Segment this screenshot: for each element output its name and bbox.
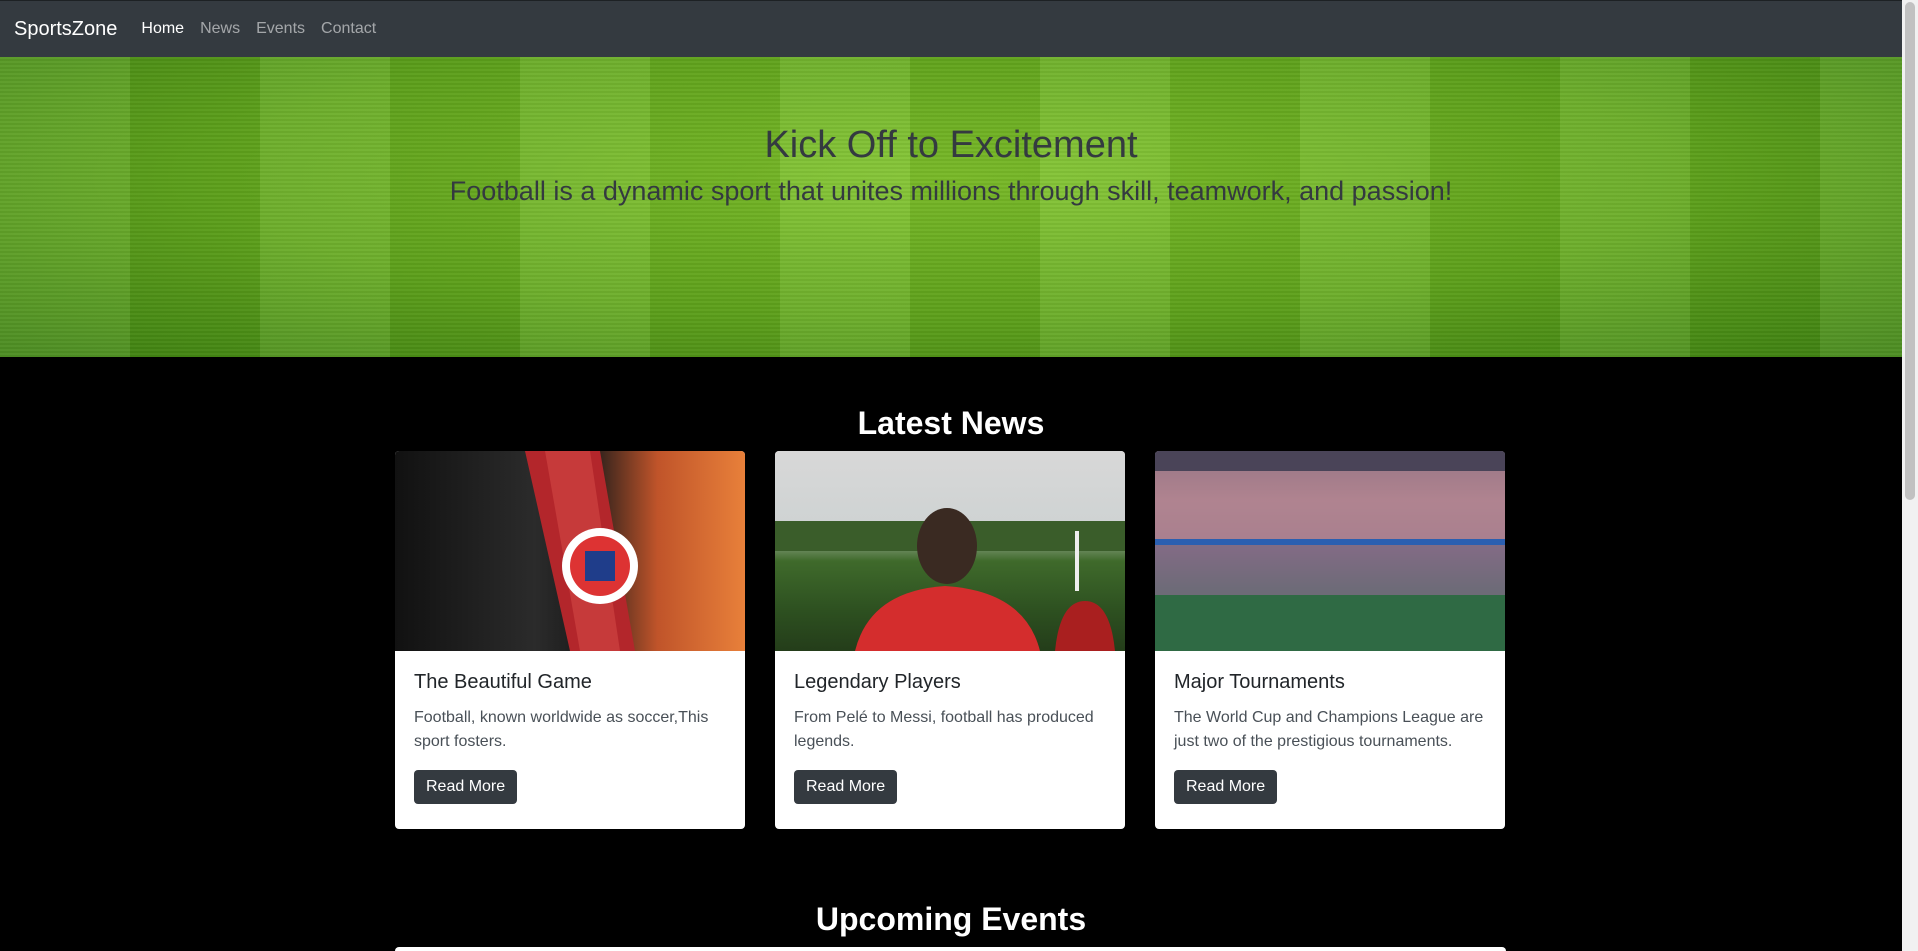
scrollbar-thumb[interactable]	[1905, 2, 1915, 500]
nav-link-news[interactable]: News	[200, 20, 240, 38]
card-title: The Beautiful Game	[414, 671, 592, 693]
nav-link-events[interactable]: Events	[256, 20, 305, 38]
card-text: Football, known worldwide as soccer,This…	[414, 709, 709, 750]
read-more-button[interactable]: Read More	[414, 770, 518, 804]
card-text: From Pelé to Messi, football has produce…	[794, 709, 1094, 750]
upcoming-events-heading: Upcoming Events	[815, 901, 1087, 937]
card-image	[1155, 451, 1505, 651]
grass-texture	[0, 57, 1902, 357]
card-title: Major Tournaments	[1174, 671, 1345, 693]
page-scrollbar[interactable]	[1902, 0, 1918, 951]
hero-subtitle: Football is a dynamic sport that unites …	[449, 176, 1453, 206]
news-card: Legendary Players From Pelé to Messi, fo…	[775, 451, 1125, 829]
brand-logo[interactable]: SportsZone	[14, 18, 117, 41]
latest-news-heading: Latest News	[857, 405, 1045, 441]
jacket-badge-icon	[525, 451, 638, 651]
read-more-button[interactable]: Read More	[1174, 770, 1278, 804]
card-image	[775, 451, 1125, 651]
nav-link-contact[interactable]: Contact	[321, 20, 376, 38]
hero-banner: Kick Off to Excitement Football is a dyn…	[0, 57, 1902, 357]
navbar: SportsZone Home News Events Contact	[0, 0, 1902, 57]
card-title: Legendary Players	[794, 671, 961, 693]
card-text: The World Cup and Champions League are j…	[1174, 709, 1484, 750]
spectator-icon	[775, 508, 1125, 651]
news-card: Major Tournaments The World Cup and Cham…	[1155, 451, 1505, 829]
news-card: The Beautiful Game Football, known world…	[395, 451, 745, 829]
hero-title: Kick Off to Excitement	[764, 124, 1138, 166]
stadium-icon	[1155, 451, 1505, 651]
card-image	[395, 451, 745, 651]
read-more-button[interactable]: Read More	[794, 770, 898, 804]
events-container	[395, 947, 1506, 951]
nav-link-home[interactable]: Home	[141, 20, 184, 38]
